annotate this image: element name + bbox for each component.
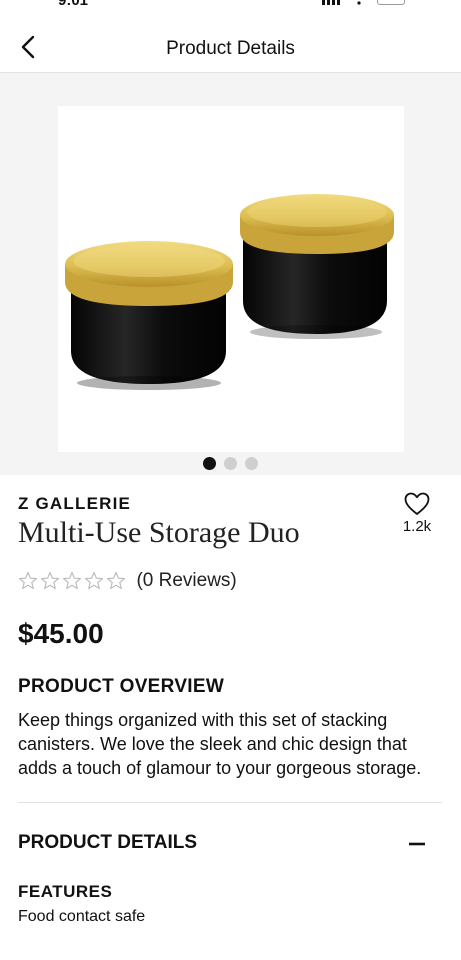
pagination-dot-2[interactable] [224,457,237,470]
star-rating-icon [18,571,126,590]
heart-icon[interactable] [404,492,430,516]
status-bar: 9:01 [0,0,461,14]
status-icons [322,0,405,10]
status-time: 9:01 [58,0,89,9]
storage-canisters-image [65,194,394,390]
pagination-dot-1[interactable] [203,457,216,470]
overview-heading: PRODUCT OVERVIEW [18,676,225,697]
wishlist[interactable]: 1.2k [399,492,435,535]
collapse-minus-icon[interactable] [407,834,427,854]
brand-name[interactable]: Z GALLERIE [18,494,131,514]
divider [18,802,442,803]
wifi-icon [356,1,361,5]
overview-text: Keep things organized with this set of s… [18,710,422,778]
reviews-link[interactable]: (0 Reviews) [136,570,236,592]
wishlist-count: 1.2k [402,518,432,535]
features-heading: FEATURES [18,882,113,901]
product-price: $45.00 [18,618,104,649]
product-name: Multi-Use Storage Duo [18,516,300,549]
product-image[interactable] [58,106,404,452]
battery-icon [377,0,405,5]
rating[interactable]: (0 Reviews) [18,570,237,592]
product-gallery[interactable] [0,73,461,475]
gallery-pagination [0,457,461,470]
pagination-dot-3[interactable] [245,457,258,470]
page-title: Product Details [166,38,295,59]
nav-bar: Product Details [0,14,461,73]
product-details-heading[interactable]: PRODUCT DETAILS [18,832,197,854]
signal-icon [322,0,341,5]
features-item: Food contact safe [18,908,146,925]
